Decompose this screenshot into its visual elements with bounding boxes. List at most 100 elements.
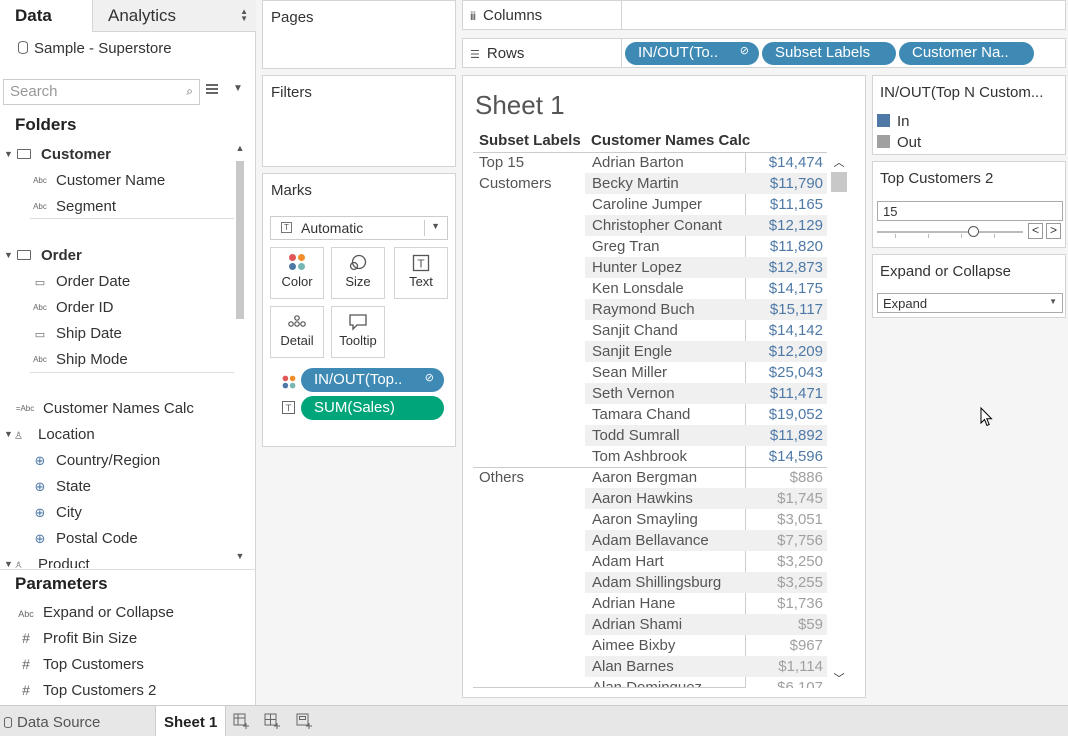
- slider-knob[interactable]: [968, 226, 979, 237]
- scroll-down-icon[interactable]: ﹀: [829, 670, 849, 686]
- table-row[interactable]: Christopher Conant $12,129: [585, 215, 827, 236]
- rows-pill-customer-names[interactable]: Customer Na..: [899, 42, 1034, 65]
- columns-shelf[interactable]: iii Columns: [462, 0, 1066, 30]
- header-customer-names[interactable]: Customer Names Calc: [591, 132, 750, 149]
- field-item[interactable]: Abc Order ID: [30, 299, 113, 325]
- table-row[interactable]: Tamara Chand $19,052: [585, 404, 827, 425]
- pages-card[interactable]: Pages: [262, 0, 456, 69]
- legend-title[interactable]: IN/OUT(Top N Custom...: [880, 84, 1043, 101]
- search-input[interactable]: Search ⌕: [3, 79, 200, 105]
- scroll-up-icon[interactable]: ︿: [829, 154, 849, 170]
- subset-label[interactable]: Top 15 Customers: [479, 152, 552, 194]
- detail-button[interactable]: Detail: [270, 306, 324, 358]
- chevron-down-icon[interactable]: ▼: [4, 250, 14, 260]
- new-dashboard-icon[interactable]: [263, 713, 281, 730]
- view-as-list-icon[interactable]: [206, 84, 218, 96]
- sheet-1-tab[interactable]: Sheet 1: [155, 706, 226, 736]
- expand-collapse-select[interactable]: Expand ▼: [877, 293, 1063, 313]
- parameter-value-input[interactable]: 15: [877, 201, 1063, 221]
- table-row[interactable]: Raymond Buch $15,117: [585, 299, 827, 320]
- parameter-item[interactable]: # Profit Bin Size: [15, 630, 137, 647]
- color-button[interactable]: Color: [270, 247, 324, 299]
- step-back-button[interactable]: <: [1028, 223, 1043, 239]
- tooltip-button[interactable]: Tooltip: [331, 306, 385, 358]
- table-row[interactable]: Sanjit Engle $12,209: [585, 341, 827, 362]
- table-row[interactable]: Ken Lonsdale $14,175: [585, 278, 827, 299]
- parameter-item[interactable]: # Top Customers: [15, 656, 144, 673]
- parameter-item[interactable]: # Top Customers 2: [15, 682, 156, 699]
- new-story-icon[interactable]: [295, 713, 313, 730]
- text-field-pill[interactable]: SUM(Sales): [301, 396, 444, 420]
- field-item[interactable]: ▼ Customer: [4, 146, 111, 172]
- view-scrollbar[interactable]: ︿ ﹀: [829, 152, 849, 690]
- size-button[interactable]: Size: [331, 247, 385, 299]
- table-row[interactable]: Caroline Jumper $11,165: [585, 194, 827, 215]
- subset-label[interactable]: Others: [479, 467, 524, 488]
- table-row[interactable]: Todd Sumrall $11,892: [585, 425, 827, 446]
- field-item[interactable]: ▼ ♙ Product: [4, 556, 90, 568]
- mark-type-dropdown[interactable]: T Automatic ▼: [270, 216, 448, 240]
- table-row[interactable]: Adrian Barton $14,474: [585, 152, 827, 173]
- scroll-up-icon[interactable]: ▲: [234, 143, 246, 153]
- pane-menu-dropdown-icon[interactable]: ▼: [233, 83, 243, 94]
- table-row[interactable]: Seth Vernon $11,471: [585, 383, 827, 404]
- table-row[interactable]: Alan Barnes $1,114: [585, 656, 827, 677]
- parameter-label: Profit Bin Size: [43, 630, 138, 647]
- data-source-item[interactable]: Sample - Superstore: [18, 40, 172, 57]
- new-worksheet-icon[interactable]: [232, 713, 250, 730]
- field-item[interactable]: ⊕ City: [30, 504, 82, 530]
- header-subset-labels[interactable]: Subset Labels: [479, 132, 581, 149]
- table-row[interactable]: Adam Shillingsburg $3,255: [585, 572, 827, 593]
- table-row[interactable]: Hunter Lopez $12,873: [585, 257, 827, 278]
- rows-shelf[interactable]: ☰ Rows IN/OUT(To.. ⊘ Subset Labels Custom…: [462, 38, 1066, 68]
- field-item[interactable]: ▼ ♙ Location: [4, 426, 95, 452]
- table-row[interactable]: Adam Hart $3,250: [585, 551, 827, 572]
- parameter-label: Top Customers: [43, 656, 144, 673]
- table-row[interactable]: Sean Miller $25,043: [585, 362, 827, 383]
- field-item[interactable]: ⊕ State: [30, 478, 91, 504]
- table-row[interactable]: Aaron Bergman $886: [585, 467, 827, 488]
- table-row[interactable]: Adrian Hane $1,736: [585, 593, 827, 614]
- text-button[interactable]: T Text: [394, 247, 448, 299]
- field-item[interactable]: Abc Segment: [30, 198, 116, 224]
- legend-item-out[interactable]: Out: [877, 134, 921, 151]
- tab-analytics[interactable]: Analytics ▲ ▼: [92, 0, 256, 32]
- tab-data[interactable]: Data: [0, 0, 92, 32]
- table-row[interactable]: Sanjit Chand $14,142: [585, 320, 827, 341]
- scrollbar-thumb[interactable]: [236, 161, 244, 319]
- chevron-down-icon[interactable]: ▼: [4, 429, 14, 439]
- table-row[interactable]: Tom Ashbrook $14,596: [585, 446, 827, 467]
- rows-pill-inout[interactable]: IN/OUT(To.. ⊘: [625, 42, 759, 65]
- parameter-item[interactable]: Abc Expand or Collapse: [15, 604, 174, 621]
- table-row[interactable]: Becky Martin $11,790: [585, 173, 827, 194]
- step-forward-button[interactable]: >: [1046, 223, 1061, 239]
- data-source-tab[interactable]: Data Source: [4, 706, 100, 736]
- sales-value-cell: $11,790: [769, 175, 823, 192]
- table-row[interactable]: Adam Bellavance $7,756: [585, 530, 827, 551]
- scroll-down-icon[interactable]: ▼: [234, 551, 246, 561]
- field-item[interactable]: ▭ Ship Date: [30, 325, 122, 351]
- field-list-scrollbar[interactable]: ▲ ▼: [234, 143, 246, 566]
- field-item[interactable]: ▼ Order: [4, 247, 82, 273]
- scrollbar-thumb[interactable]: [831, 172, 847, 192]
- parameter-slider[interactable]: [877, 231, 1023, 233]
- field-item[interactable]: ⊕ Postal Code: [30, 530, 138, 556]
- field-item[interactable]: Abc Ship Mode: [30, 351, 128, 377]
- filters-card[interactable]: Filters: [262, 75, 456, 167]
- table-row[interactable]: Adrian Shami $59: [585, 614, 827, 635]
- field-item[interactable]: ⊕ Country/Region: [30, 452, 161, 478]
- legend-item-in[interactable]: In: [877, 113, 910, 130]
- field-item[interactable]: ▭ Order Date: [30, 273, 130, 299]
- field-item[interactable]: Abc Customer Name: [30, 172, 165, 198]
- table-row[interactable]: Aaron Hawkins $1,745: [585, 488, 827, 509]
- globe-icon: ⊕: [34, 505, 46, 520]
- table-row[interactable]: Aimee Bixby $967: [585, 635, 827, 656]
- chevron-down-icon[interactable]: ▼: [4, 149, 14, 159]
- table-row[interactable]: Greg Tran $11,820: [585, 236, 827, 257]
- chevron-down-icon[interactable]: ▼: [4, 559, 14, 568]
- field-item[interactable]: =Abc Customer Names Calc: [13, 400, 194, 426]
- rows-pill-subset-labels[interactable]: Subset Labels: [762, 42, 896, 65]
- table-row[interactable]: Aaron Smayling $3,051: [585, 509, 827, 530]
- color-field-pill[interactable]: IN/OUT(Top.. ⊘: [301, 368, 444, 392]
- color-field-icon: [281, 374, 297, 393]
